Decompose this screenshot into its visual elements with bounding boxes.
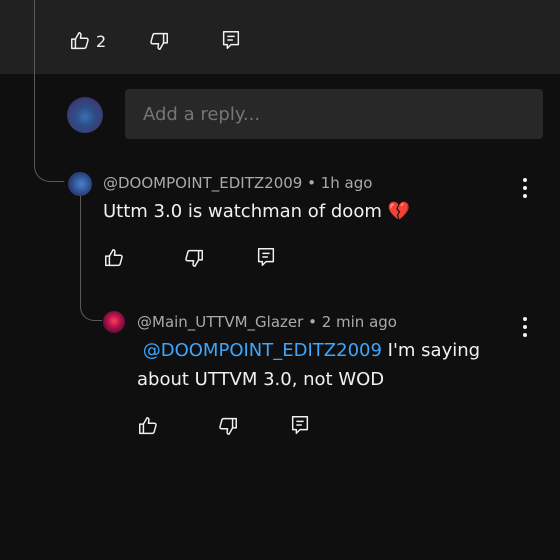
reply-comment-icon (291, 416, 309, 434)
mention-link[interactable]: @DOOMPOINT_EDITZ2009 (143, 340, 382, 361)
comment-body: Uttm 3.0 is watchman of doom (103, 201, 382, 222)
thumbs-up-icon (71, 32, 89, 50)
comment-time[interactable]: 1h ago (321, 174, 373, 192)
more-vertical-icon (523, 178, 527, 182)
reply-button[interactable] (254, 245, 278, 269)
like-button[interactable] (136, 414, 160, 438)
comment-author[interactable]: @DOOMPOINT_EDITZ2009 (103, 174, 302, 192)
comment-author[interactable]: @Main_UTTVM_Glazer (137, 313, 303, 331)
sub-thread-connector (80, 290, 102, 321)
thumbs-down-icon (150, 32, 168, 50)
broken-heart-emoji: 💔 (387, 201, 411, 222)
thumbs-up-icon (139, 417, 157, 435)
avatar[interactable] (103, 311, 125, 333)
like-count: 2 (96, 32, 107, 51)
reply-comment-icon (222, 31, 240, 49)
comment-time[interactable]: 2 min ago (322, 313, 397, 331)
meta-separator: • (303, 313, 322, 331)
thumbs-up-icon (105, 249, 123, 267)
thumbs-down-icon (219, 417, 237, 435)
like-button[interactable] (102, 246, 126, 270)
current-user-avatar (67, 97, 103, 133)
more-options-button[interactable] (522, 178, 528, 198)
comment-text: Uttm 3.0 is watchman of doom 💔 (103, 197, 410, 226)
dislike-button[interactable] (216, 414, 240, 438)
comment-meta: @DOOMPOINT_EDITZ2009 • 1h ago (103, 174, 372, 192)
comment-thread: 2 @DOOMPOINT_EDITZ2009 • 1h ago Uttm 3.0… (0, 0, 560, 560)
like-button[interactable] (68, 29, 92, 53)
parent-comment-actions: 2 (0, 0, 560, 74)
thread-line (34, 0, 35, 166)
more-options-button[interactable] (522, 317, 528, 337)
dislike-button[interactable] (182, 246, 206, 270)
comment-meta: @Main_UTTVM_Glazer • 2 min ago (137, 313, 397, 331)
more-vertical-icon (523, 317, 527, 321)
thumbs-down-icon (185, 249, 203, 267)
meta-separator: • (302, 174, 321, 192)
dislike-button[interactable] (147, 29, 171, 53)
reply-button[interactable] (288, 413, 312, 437)
thread-connector (34, 150, 64, 182)
comment-text: @DOOMPOINT_EDITZ2009 I'm saying about UT… (137, 336, 497, 394)
avatar[interactable] (68, 172, 92, 196)
reply-button[interactable] (219, 28, 243, 52)
reply-input[interactable] (125, 89, 543, 139)
reply-comment-icon (257, 248, 275, 266)
